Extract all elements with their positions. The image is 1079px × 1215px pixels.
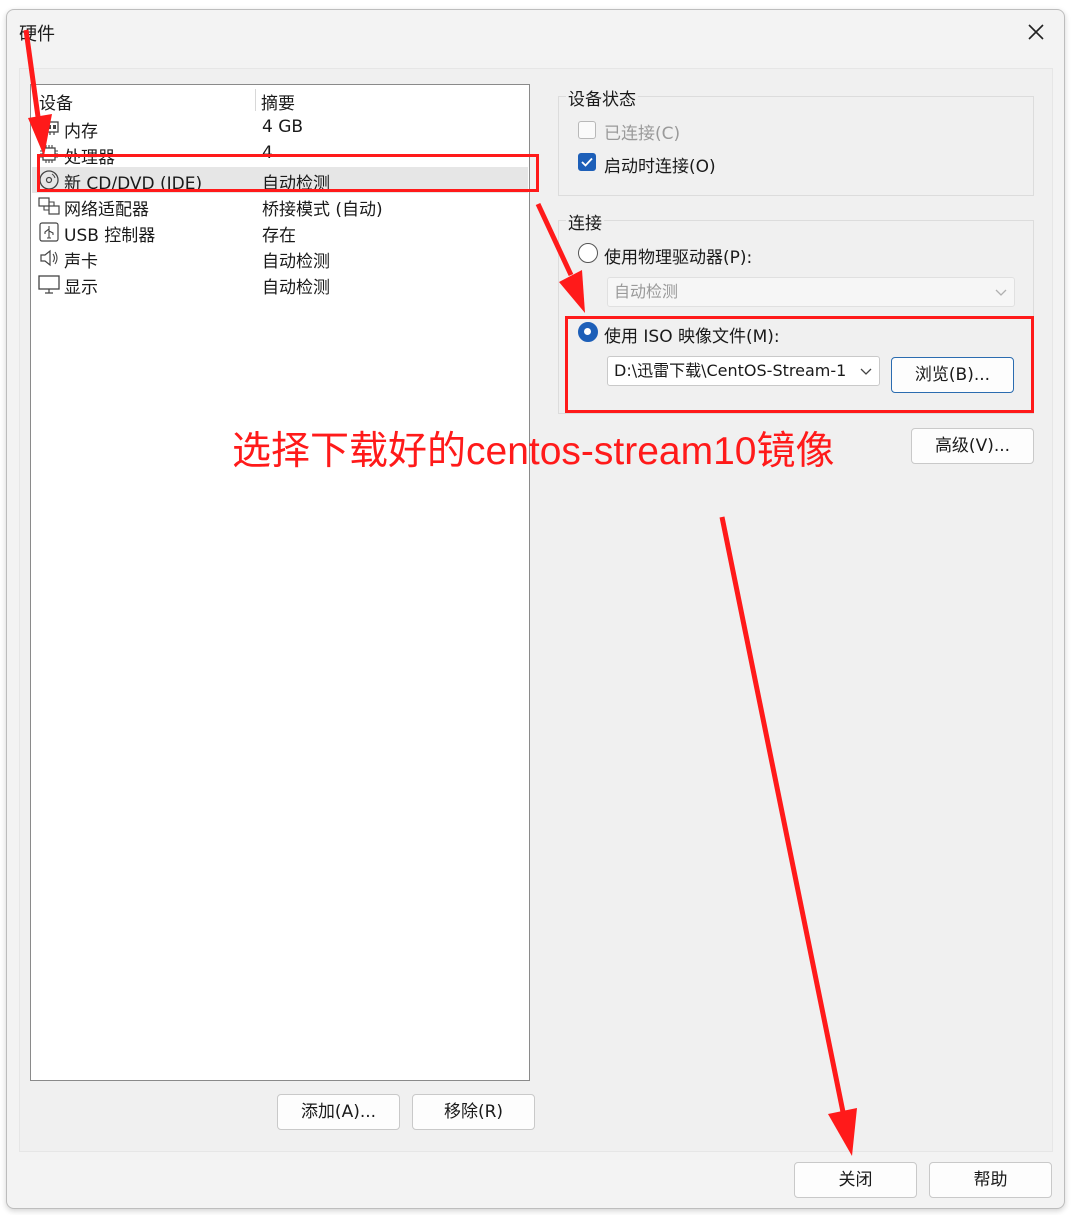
highlight-cd-dvd-row (37, 154, 539, 192)
device-row-sound-card[interactable]: 声卡 自动检测 (32, 245, 528, 272)
physical-drive-radio[interactable] (578, 243, 598, 263)
connected-checkbox[interactable] (578, 121, 596, 139)
device-row-memory[interactable]: 内存 4 GB (32, 115, 528, 142)
device-name: USB 控制器 (64, 226, 156, 246)
advanced-button[interactable]: 高级(V)... (911, 428, 1034, 464)
device-summary: 桥接模式 (自动) (262, 200, 383, 220)
memory-icon (38, 118, 60, 138)
device-row-network-adapter[interactable]: 网络适配器 桥接模式 (自动) (32, 193, 528, 220)
help-button[interactable]: 帮助 (929, 1162, 1052, 1198)
physical-drive-value: 自动检测 (614, 282, 679, 301)
annotation-text: 选择下载好的centos-stream10镜像 (232, 430, 835, 473)
device-row-display[interactable]: 显示 自动检测 (32, 271, 528, 298)
device-status-group (558, 96, 1034, 196)
device-summary: 存在 (262, 226, 296, 246)
device-name: 显示 (64, 278, 98, 298)
usb-icon (38, 222, 60, 242)
device-status-title: 设备状态 (566, 85, 638, 110)
device-row-usb-controller[interactable]: USB 控制器 存在 (32, 219, 528, 246)
remove-device-button[interactable]: 移除(R) (412, 1094, 535, 1130)
monitor-icon (38, 274, 60, 294)
device-name: 网络适配器 (64, 200, 149, 220)
column-divider[interactable] (255, 89, 256, 111)
device-summary: 4 GB (262, 117, 304, 137)
device-list[interactable]: 设备 摘要 内存 4 GB 处理器 4 新 CD/DVD (IDE) 自动检测 … (30, 84, 530, 1081)
connected-label: 已连接(C) (604, 124, 681, 144)
chevron-down-icon (994, 280, 1008, 304)
connect-at-power-on-checkbox[interactable] (578, 153, 596, 171)
highlight-iso-section (565, 316, 1034, 413)
close-icon[interactable] (1022, 18, 1050, 46)
connection-title: 连接 (566, 209, 604, 234)
physical-drive-select[interactable]: 自动检测 (607, 277, 1015, 307)
dialog-title: 硬件 (19, 24, 55, 45)
connect-at-power-on-label: 启动时连接(O) (604, 157, 716, 177)
device-name: 内存 (64, 122, 98, 142)
network-adapter-icon (38, 196, 60, 216)
device-summary: 自动检测 (262, 278, 330, 298)
device-name: 声卡 (64, 252, 98, 272)
physical-drive-label: 使用物理驱动器(P): (604, 248, 753, 268)
device-summary: 自动检测 (262, 252, 330, 272)
summary-column-header[interactable]: 摘要 (261, 89, 295, 114)
speaker-icon (38, 248, 60, 268)
add-device-button[interactable]: 添加(A)... (277, 1094, 400, 1130)
close-button[interactable]: 关闭 (794, 1162, 917, 1198)
checkmark-icon (581, 157, 593, 167)
device-column-header[interactable]: 设备 (39, 89, 73, 114)
